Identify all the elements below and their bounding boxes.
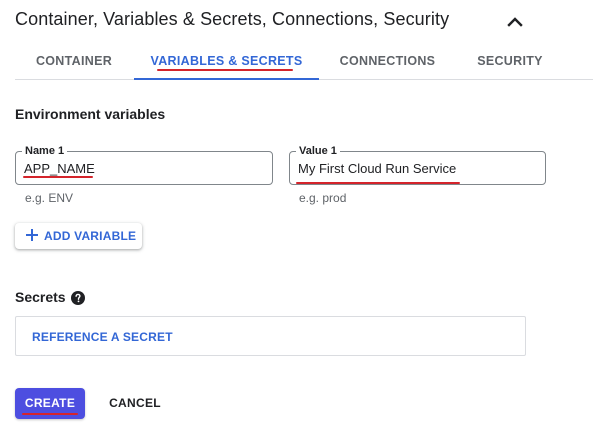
tab-connections[interactable]: CONNECTIONS (320, 44, 455, 79)
tab-security[interactable]: SECURITY (455, 44, 565, 79)
env-value-field[interactable]: Value 1 (289, 144, 546, 185)
secrets-heading: Secrets (15, 289, 66, 305)
tab-bar: CONTAINER VARIABLES & SECRETS CONNECTION… (15, 44, 593, 80)
secrets-panel: REFERENCE A SECRET (15, 316, 526, 356)
annotation-underline (22, 413, 78, 415)
tab-variables-secrets[interactable]: VARIABLES & SECRETS (134, 44, 319, 80)
env-name-hint: e.g. ENV (25, 191, 74, 205)
reference-secret-button[interactable]: REFERENCE A SECRET (32, 330, 173, 344)
tab-container[interactable]: CONTAINER (15, 44, 133, 79)
add-variable-label: ADD VARIABLE (44, 229, 137, 243)
page: Container, Variables & Secrets, Connecti… (0, 0, 613, 425)
env-value-input[interactable] (298, 152, 537, 184)
env-value-hint: e.g. prod (299, 191, 347, 205)
env-name-input[interactable] (24, 152, 264, 184)
collapse-button[interactable] (503, 10, 527, 34)
add-variable-button[interactable]: ADD VARIABLE (15, 223, 142, 249)
annotation-underline (23, 176, 93, 178)
section-title: Container, Variables & Secrets, Connecti… (15, 9, 450, 29)
plus-icon (26, 229, 38, 241)
cancel-button[interactable]: CANCEL (100, 388, 170, 419)
cancel-button-label: CANCEL (109, 396, 161, 410)
env-variables-heading: Environment variables (15, 106, 166, 122)
chevron-up-icon (507, 17, 523, 27)
help-circle-icon[interactable] (71, 291, 85, 305)
create-button-label: CREATE (24, 396, 76, 410)
annotation-underline (296, 182, 460, 184)
env-name-field[interactable]: Name 1 (15, 144, 273, 185)
annotation-underline (157, 69, 293, 71)
